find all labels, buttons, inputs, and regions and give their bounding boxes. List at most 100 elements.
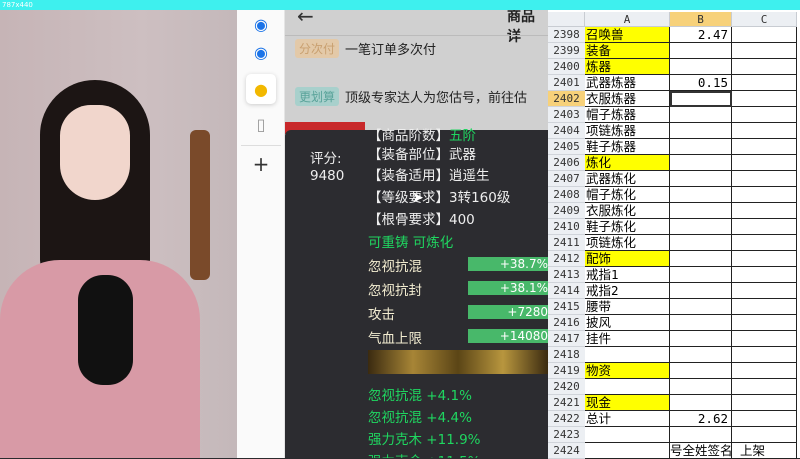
- cell-a[interactable]: 项链炼化: [585, 235, 670, 251]
- cell-a[interactable]: [585, 443, 670, 459]
- cell-c[interactable]: [732, 203, 797, 219]
- row-number[interactable]: 2399: [548, 43, 585, 59]
- cell-a[interactable]: 衣服炼器: [585, 91, 670, 107]
- cell-c[interactable]: [732, 363, 797, 379]
- cell-a[interactable]: 帽子炼化: [585, 187, 670, 203]
- cell-c[interactable]: [732, 123, 797, 139]
- cell-a[interactable]: 现金: [585, 395, 670, 411]
- document-icon[interactable]: ▯: [249, 112, 273, 136]
- row-number[interactable]: 2415: [548, 299, 585, 315]
- cell-c[interactable]: [732, 379, 797, 395]
- cell-b[interactable]: [670, 267, 732, 283]
- cell-a[interactable]: 召唤兽: [585, 27, 670, 43]
- cell-a[interactable]: 衣服炼化: [585, 203, 670, 219]
- row-number[interactable]: 2419: [548, 363, 585, 379]
- cell-b[interactable]: [670, 59, 732, 75]
- cell-b[interactable]: 2.47: [670, 27, 732, 43]
- cell-c[interactable]: [732, 59, 797, 75]
- cell-c[interactable]: [732, 27, 797, 43]
- row-number[interactable]: 2412: [548, 251, 585, 267]
- cell-b[interactable]: [670, 283, 732, 299]
- cell-c[interactable]: [732, 427, 797, 443]
- row-number[interactable]: 2422: [548, 411, 585, 427]
- chick-app-icon[interactable]: ●: [246, 74, 276, 104]
- cell-a[interactable]: 项链炼器: [585, 123, 670, 139]
- cell-b[interactable]: [670, 139, 732, 155]
- plus-icon[interactable]: +: [249, 152, 273, 176]
- row-number[interactable]: 2416: [548, 315, 585, 331]
- cell-b[interactable]: [670, 187, 732, 203]
- cell-a[interactable]: [585, 347, 670, 363]
- cell-b[interactable]: 2.62: [670, 411, 732, 427]
- row-number[interactable]: 2398: [548, 27, 585, 43]
- cell-b[interactable]: [670, 251, 732, 267]
- cell-b[interactable]: [670, 171, 732, 187]
- select-all-corner[interactable]: [548, 12, 585, 27]
- cell-c[interactable]: [732, 75, 797, 91]
- row-number[interactable]: 2418: [548, 347, 585, 363]
- cell-b[interactable]: [670, 379, 732, 395]
- row-number[interactable]: 2409: [548, 203, 585, 219]
- cell-c[interactable]: [732, 299, 797, 315]
- row-number[interactable]: 2401: [548, 75, 585, 91]
- row-number[interactable]: 2411: [548, 235, 585, 251]
- cell-a[interactable]: [585, 427, 670, 443]
- row-number[interactable]: 2404: [548, 123, 585, 139]
- cell-c[interactable]: [732, 219, 797, 235]
- cell-a[interactable]: 鞋子炼器: [585, 139, 670, 155]
- row-number[interactable]: 2408: [548, 187, 585, 203]
- row-number[interactable]: 2413: [548, 267, 585, 283]
- cell-a[interactable]: 腰带: [585, 299, 670, 315]
- cell-a[interactable]: 武器炼化: [585, 171, 670, 187]
- cell-c[interactable]: [732, 43, 797, 59]
- cell-a[interactable]: 配饰: [585, 251, 670, 267]
- row-number[interactable]: 2421: [548, 395, 585, 411]
- cell-b[interactable]: [670, 91, 732, 107]
- row-number[interactable]: 2405: [548, 139, 585, 155]
- column-header-b[interactable]: B: [670, 12, 732, 27]
- cell-c[interactable]: [732, 235, 797, 251]
- row-number[interactable]: 2410: [548, 219, 585, 235]
- row-number[interactable]: 2420: [548, 379, 585, 395]
- row-number[interactable]: 2417: [548, 331, 585, 347]
- cell-a[interactable]: 炼化: [585, 155, 670, 171]
- cell-a[interactable]: 武器炼器: [585, 75, 670, 91]
- edge-icon[interactable]: ◉: [249, 40, 273, 64]
- cell-c[interactable]: [732, 395, 797, 411]
- cell-c[interactable]: [732, 91, 797, 107]
- cell-a[interactable]: 戒指1: [585, 267, 670, 283]
- cell-b[interactable]: [670, 427, 732, 443]
- row-number[interactable]: 2403: [548, 107, 585, 123]
- cell-c[interactable]: [732, 283, 797, 299]
- cell-c[interactable]: [732, 171, 797, 187]
- cell-c[interactable]: [732, 155, 797, 171]
- cell-b[interactable]: [670, 347, 732, 363]
- row-number[interactable]: 2424: [548, 443, 585, 459]
- cell-b[interactable]: [670, 123, 732, 139]
- cell-b[interactable]: [670, 299, 732, 315]
- cell-a[interactable]: [585, 379, 670, 395]
- cell-b[interactable]: [670, 107, 732, 123]
- cell-c[interactable]: [732, 267, 797, 283]
- cell-a[interactable]: 帽子炼器: [585, 107, 670, 123]
- cell-c[interactable]: [732, 347, 797, 363]
- cell-a[interactable]: 物资: [585, 363, 670, 379]
- cell-b[interactable]: [670, 219, 732, 235]
- cell-b[interactable]: [670, 203, 732, 219]
- appraisal-row[interactable]: 更划算 顶级专家达人为您估号，前往估: [285, 86, 548, 106]
- cell-b[interactable]: 号全姓签名 上架: [670, 443, 765, 459]
- row-number[interactable]: 2414: [548, 283, 585, 299]
- cell-b[interactable]: [670, 235, 732, 251]
- row-number[interactable]: 2406: [548, 155, 585, 171]
- column-header-a[interactable]: A: [585, 12, 670, 27]
- cell-b[interactable]: 0.15: [670, 75, 732, 91]
- cell-b[interactable]: [670, 315, 732, 331]
- cell-b[interactable]: [670, 43, 732, 59]
- cell-a[interactable]: 鞋子炼化: [585, 219, 670, 235]
- cell-c[interactable]: [732, 411, 797, 427]
- cell-c[interactable]: [732, 139, 797, 155]
- back-arrow-icon[interactable]: ←: [297, 10, 314, 28]
- cell-a[interactable]: 挂件: [585, 331, 670, 347]
- cell-a[interactable]: 装备: [585, 43, 670, 59]
- cell-b[interactable]: [670, 363, 732, 379]
